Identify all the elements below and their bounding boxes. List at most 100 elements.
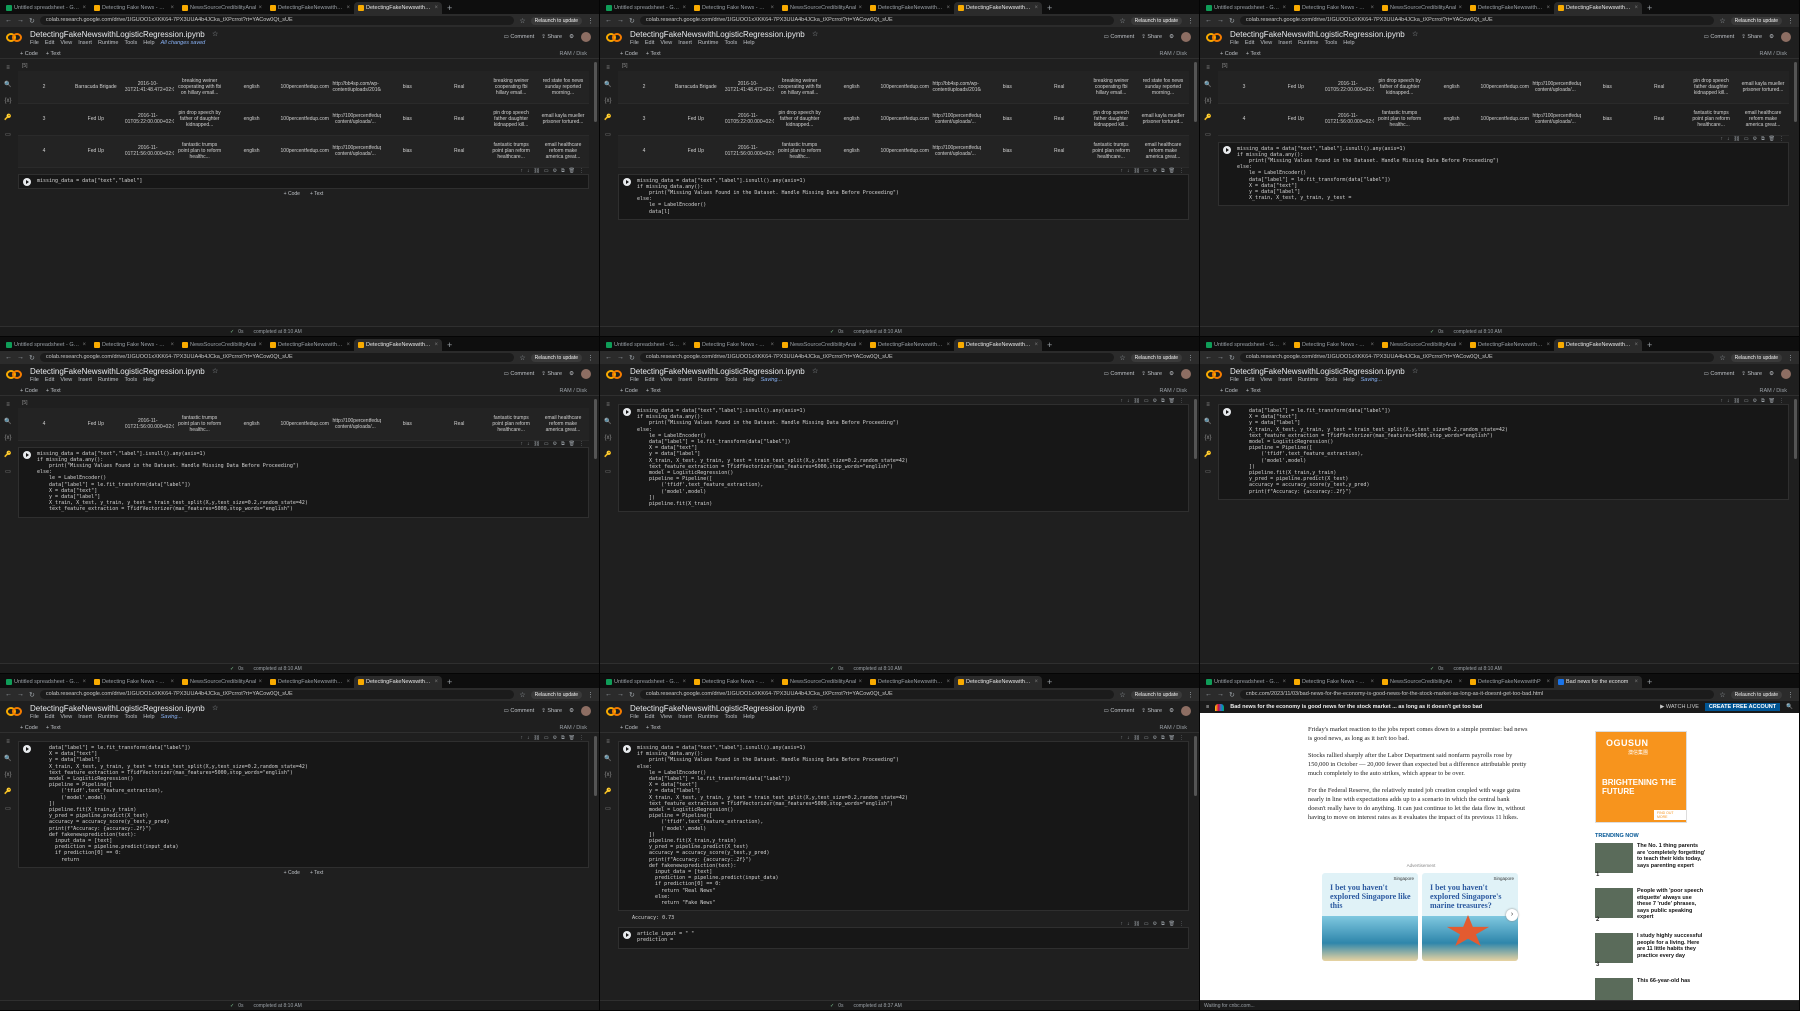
menu-item[interactable]: File [1230,40,1239,46]
notebook-title[interactable]: DetectingFakeNewswithLogisticRegression.… [30,30,205,39]
menu-item[interactable]: File [30,377,39,383]
mirror-icon[interactable]: ⧉ [1161,735,1165,741]
menu-item[interactable]: View [660,714,672,720]
forward-arrow-icon[interactable]: → [1217,17,1224,24]
relaunch-button[interactable]: Relaunch to update [530,690,582,699]
link-icon[interactable]: ⛓ [1133,398,1139,404]
code-cell[interactable]: ↑ ↓ ⛓ ▭ ⚙ ⧉ 🗑 ⋮ missing_data = data["text","labe… [18,441,589,518]
settings-icon[interactable]: ⚙ [1753,136,1757,142]
delete-icon[interactable]: 🗑 [1169,735,1175,741]
new-tab-button[interactable]: + [1642,2,1657,14]
tab-close-icon[interactable]: × [258,342,262,348]
notebook-title[interactable]: DetectingFakeNewswithLogisticRegression.… [30,704,205,713]
move-down-icon[interactable]: ↓ [527,441,530,447]
browser-menu-icon[interactable]: ⋮ [1787,691,1794,699]
relaunch-button[interactable]: Relaunch to update [1130,353,1182,362]
browser-tab[interactable]: NewsSourceCredibilityAnal × [1378,339,1466,351]
secrets-key-icon[interactable]: 🔑 [1204,114,1211,121]
ram-disk-indicator[interactable]: RAM / Disk [560,51,588,57]
code-editor[interactable]: data["label"] = le.fit_transform(data["l… [37,745,584,863]
browser-tab[interactable]: Detecting Fake News - Goog × [690,339,778,351]
tab-close-icon[interactable]: × [346,679,350,685]
more-icon[interactable]: ⋮ [1779,136,1784,142]
delete-icon[interactable]: 🗑 [1769,398,1775,404]
scrollbar[interactable] [1194,399,1197,459]
menu-item[interactable]: Tools [124,40,137,46]
secrets-key-icon[interactable]: 🔑 [4,114,11,121]
browser-tab[interactable]: NewsSourceCredibilityAnal × [778,339,866,351]
tab-close-icon[interactable]: × [682,342,686,348]
code-editor[interactable]: missing_data = data["text","label"].isnu… [637,178,1184,215]
add-code-button[interactable]: + Code [20,725,38,731]
tab-close-icon[interactable]: × [770,679,774,685]
secrets-key-icon[interactable]: 🔑 [604,114,611,121]
browser-menu-icon[interactable]: ⋮ [1787,354,1794,362]
menu-item[interactable]: View [60,714,72,720]
reload-icon[interactable]: ↻ [629,17,635,25]
back-arrow-icon[interactable]: ← [605,691,612,698]
toc-icon[interactable]: ≡ [1206,402,1210,408]
tab-close-icon[interactable]: × [346,342,350,348]
more-icon[interactable]: ⋮ [1179,168,1184,174]
menu-item[interactable]: Insert [1278,40,1292,46]
tab-close-icon[interactable]: × [82,679,86,685]
menu-item[interactable]: Tools [724,714,737,720]
delete-icon[interactable]: 🗑 [1169,398,1175,404]
watch-live-link[interactable]: ▶ WATCH LIVE [1660,704,1699,710]
search-icon[interactable]: 🔍 [4,81,11,88]
menu-item[interactable]: Insert [678,377,692,383]
mirror-icon[interactable]: ⧉ [1761,136,1765,142]
browser-tab[interactable]: Untitled spreadsheet - Goog × [2,339,90,351]
star-icon[interactable]: ☆ [212,30,218,38]
tab-close-icon[interactable]: × [1282,679,1286,685]
tab-close-icon[interactable]: × [170,679,174,685]
move-down-icon[interactable]: ↓ [1127,921,1130,927]
link-icon[interactable]: ⛓ [1133,168,1139,174]
new-tab-button[interactable]: + [1042,339,1057,351]
code-editor[interactable]: article_input = " " prediction = [637,931,1184,943]
tab-close-icon[interactable]: × [1634,679,1638,685]
settings-icon[interactable]: ⚙ [1153,921,1157,927]
search-icon[interactable]: 🔍 [1786,704,1793,710]
code-editor[interactable]: missing_data = data["text","label"].isnu… [637,408,1184,507]
menu-item[interactable]: Insert [678,40,692,46]
add-text-button[interactable]: + Text [310,870,323,876]
files-icon[interactable]: ▭ [1205,131,1211,138]
comment-icon[interactable]: ▭ [544,441,549,447]
code-cell[interactable]: ↑ ↓ ⛓ ▭ ⚙ ⧉ 🗑 ⋮ missing_data = data["text","labe… [618,398,1189,513]
add-text-button[interactable]: + Text [46,725,61,731]
comment-button[interactable]: ▭ Comment [1104,34,1135,40]
secrets-key-icon[interactable]: 🔑 [604,788,611,795]
browser-tab[interactable]: Detecting Fake News - Goo × [1290,676,1378,688]
code-editor[interactable]: data["label"] = le.fit_transform(data["l… [1237,408,1784,495]
share-button[interactable]: ⇪ Share [1741,371,1762,377]
toc-icon[interactable]: ≡ [606,65,610,71]
link-icon[interactable]: ⛓ [1733,136,1739,142]
tab-close-icon[interactable]: × [1370,5,1374,11]
settings-gear-icon[interactable]: ⚙ [1169,34,1174,40]
url-input[interactable]: colab.research.google.com/drive/1IGUOO1x… [39,353,515,362]
bookmark-star-icon[interactable]: ☆ [519,354,525,362]
variables-icon[interactable]: {x} [1204,435,1211,441]
move-down-icon[interactable]: ↓ [1127,735,1130,741]
ram-disk-indicator[interactable]: RAM / Disk [560,388,588,394]
tab-close-icon[interactable]: × [434,342,438,348]
tab-close-icon[interactable]: × [82,342,86,348]
menu-item[interactable]: View [60,40,72,46]
add-code-button[interactable]: + Code [620,725,638,731]
secrets-key-icon[interactable]: 🔑 [4,451,11,458]
delete-icon[interactable]: 🗑 [569,168,575,174]
new-tab-button[interactable]: + [1042,676,1057,688]
browser-tab[interactable]: NewsSourceCredibilityAnal × [778,676,866,688]
browser-tab[interactable]: Untitled spreadsheet - Goog × [602,676,690,688]
trending-item[interactable]: 1 The No. 1 thing parents are 'completely… [1595,843,1707,881]
delete-icon[interactable]: 🗑 [569,441,575,447]
link-icon[interactable]: ⛓ [533,735,539,741]
move-down-icon[interactable]: ↓ [1127,398,1130,404]
menu-item[interactable]: Edit [645,714,654,720]
menu-item[interactable]: Help [743,714,754,720]
tab-close-icon[interactable]: × [1370,679,1374,685]
notebook-title[interactable]: DetectingFakeNewswithLogisticRegression.… [30,367,205,376]
move-up-icon[interactable]: ↑ [1120,921,1123,927]
browser-tab[interactable]: DetectingFakeNewswithLog × [354,339,442,351]
